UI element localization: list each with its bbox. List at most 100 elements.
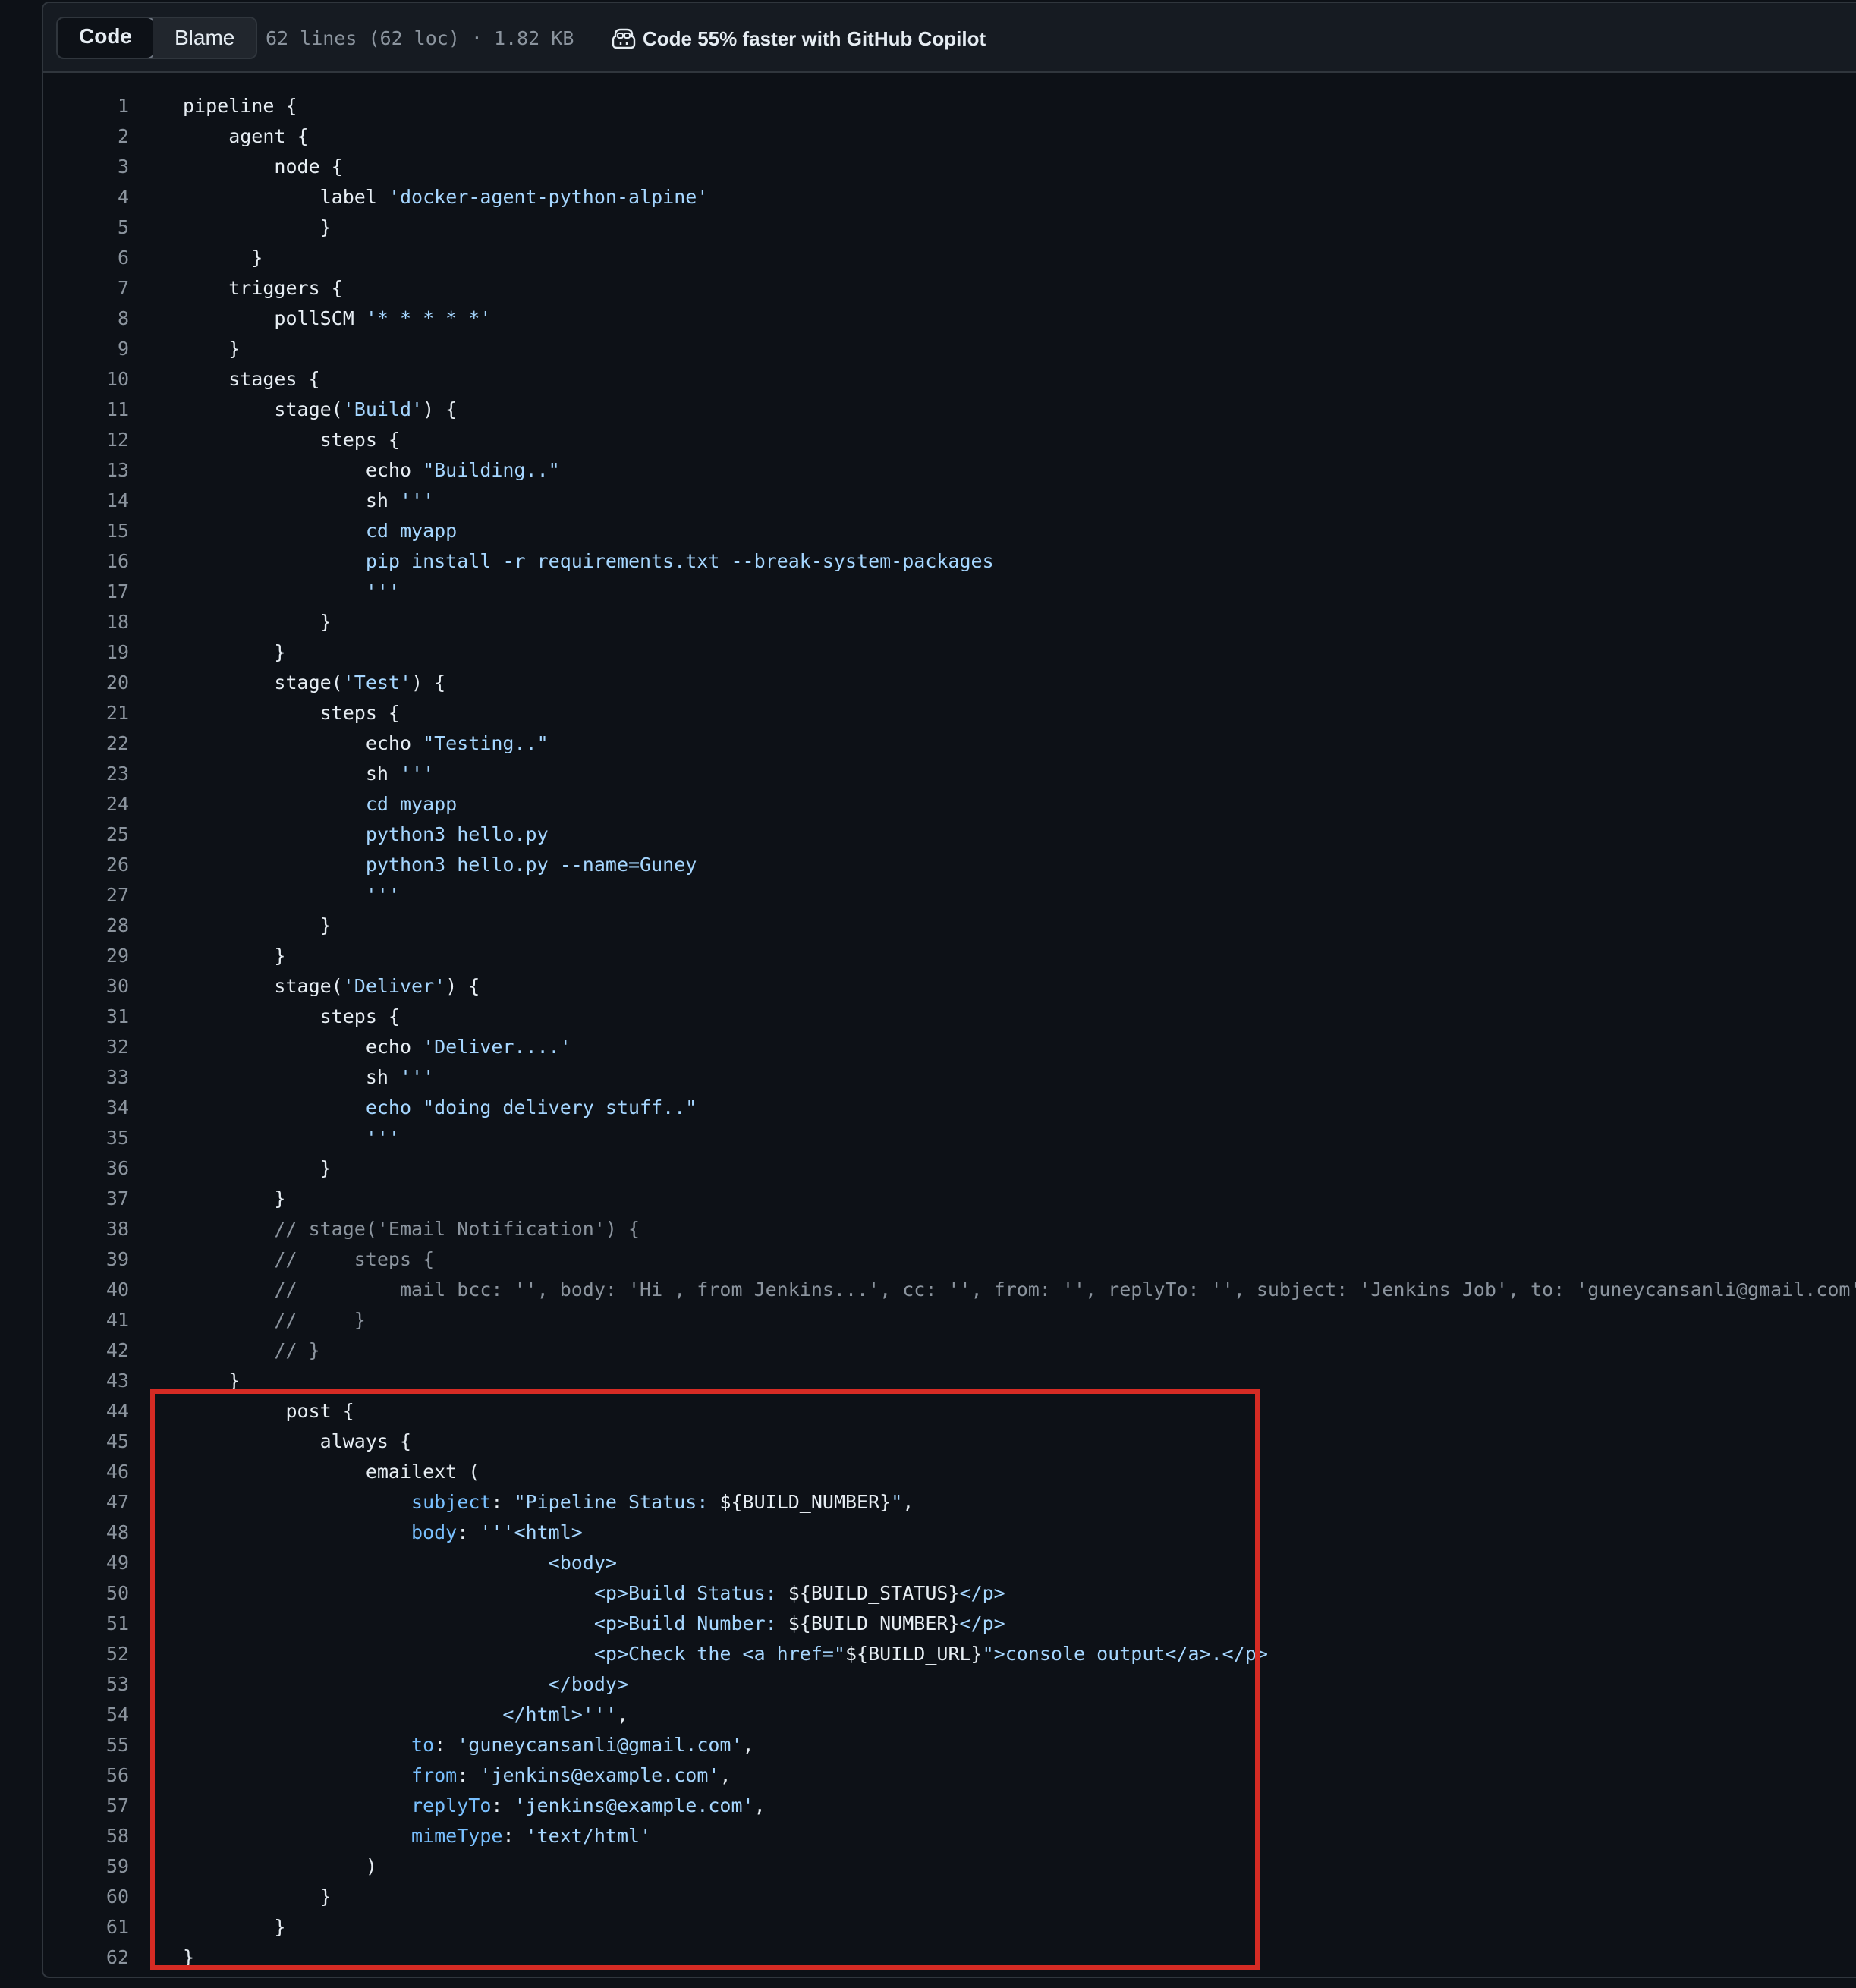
line-number[interactable]: 30: [43, 971, 129, 1002]
line-number[interactable]: 17: [43, 577, 129, 607]
line-number[interactable]: 40: [43, 1275, 129, 1305]
line-number[interactable]: 50: [43, 1578, 129, 1609]
code-line: 49 <body>: [43, 1548, 1856, 1578]
line-number[interactable]: 56: [43, 1760, 129, 1791]
line-number[interactable]: 2: [43, 121, 129, 152]
code-token: // steps {: [183, 1248, 435, 1270]
line-number[interactable]: 58: [43, 1821, 129, 1851]
line-content: echo "Building..": [183, 455, 560, 486]
code-token: :: [457, 1764, 480, 1786]
line-number[interactable]: 22: [43, 728, 129, 759]
line-number[interactable]: 36: [43, 1153, 129, 1184]
code-token: <p>Check the <a href=": [183, 1643, 845, 1665]
line-number[interactable]: 62: [43, 1942, 129, 1973]
code-token: replyTo: [411, 1795, 492, 1817]
line-content: python3 hello.py: [183, 819, 549, 850]
line-number[interactable]: 15: [43, 516, 129, 546]
code-token: pip install -r requirements.txt --break-…: [183, 550, 994, 572]
line-number[interactable]: 42: [43, 1335, 129, 1366]
line-number[interactable]: 57: [43, 1791, 129, 1821]
line-content: label 'docker-agent-python-alpine': [183, 182, 709, 212]
line-number[interactable]: 59: [43, 1851, 129, 1882]
code-line: 47 subject: "Pipeline Status: ${BUILD_NU…: [43, 1487, 1856, 1518]
line-number[interactable]: 46: [43, 1457, 129, 1487]
line-number[interactable]: 31: [43, 1002, 129, 1032]
line-content: sh ''': [183, 486, 434, 516]
line-number[interactable]: 7: [43, 273, 129, 304]
line-number[interactable]: 54: [43, 1700, 129, 1730]
line-number[interactable]: 28: [43, 911, 129, 941]
line-number[interactable]: 38: [43, 1214, 129, 1244]
line-content: }: [183, 1912, 285, 1942]
copilot-promo[interactable]: Code 55% faster with GitHub Copilot: [611, 24, 986, 53]
line-number[interactable]: 6: [43, 243, 129, 273]
code-token: pipeline {: [183, 95, 297, 117]
code-token: body: [411, 1521, 458, 1543]
line-number[interactable]: 4: [43, 182, 129, 212]
code-line: 39 // steps {: [43, 1244, 1856, 1275]
line-number[interactable]: 18: [43, 607, 129, 637]
line-number[interactable]: 25: [43, 819, 129, 850]
line-number[interactable]: 35: [43, 1123, 129, 1153]
code-token: '''<html>: [480, 1521, 583, 1543]
line-number[interactable]: 32: [43, 1032, 129, 1062]
line-number[interactable]: 45: [43, 1427, 129, 1457]
line-number[interactable]: 21: [43, 698, 129, 728]
line-number[interactable]: 11: [43, 395, 129, 425]
line-number[interactable]: 29: [43, 941, 129, 971]
line-number[interactable]: 48: [43, 1518, 129, 1548]
copilot-icon: [612, 28, 636, 49]
code-token: :: [491, 1491, 514, 1513]
line-content: pollSCM '* * * * *': [183, 304, 491, 334]
line-number[interactable]: 12: [43, 425, 129, 455]
line-number[interactable]: 14: [43, 486, 129, 516]
line-number[interactable]: 13: [43, 455, 129, 486]
line-number[interactable]: 47: [43, 1487, 129, 1518]
line-number[interactable]: 5: [43, 212, 129, 243]
line-number[interactable]: 3: [43, 152, 129, 182]
line-number[interactable]: 1: [43, 91, 129, 121]
line-number[interactable]: 33: [43, 1062, 129, 1093]
line-number[interactable]: 9: [43, 334, 129, 364]
line-number[interactable]: 51: [43, 1609, 129, 1639]
code-token: 'jenkins@example.com': [514, 1795, 754, 1817]
line-number[interactable]: 53: [43, 1669, 129, 1700]
file-toolbar: Code Blame 62 lines (62 loc) · 1.82 KB C…: [43, 3, 1856, 73]
line-number[interactable]: 61: [43, 1912, 129, 1942]
line-number[interactable]: 43: [43, 1366, 129, 1396]
line-number[interactable]: 8: [43, 304, 129, 334]
code-token: ${BUILD_URL}: [845, 1643, 983, 1665]
line-number[interactable]: 52: [43, 1639, 129, 1669]
code-line: 51 <p>Build Number: ${BUILD_NUMBER}</p>: [43, 1609, 1856, 1639]
line-number[interactable]: 34: [43, 1093, 129, 1123]
line-number[interactable]: 44: [43, 1396, 129, 1427]
line-number[interactable]: 19: [43, 637, 129, 668]
code-token: python3 hello.py: [183, 823, 549, 845]
line-content: // stage('Email Notification') {: [183, 1214, 640, 1244]
line-number[interactable]: 55: [43, 1730, 129, 1760]
line-number[interactable]: 41: [43, 1305, 129, 1335]
line-number[interactable]: 26: [43, 850, 129, 880]
line-number[interactable]: 39: [43, 1244, 129, 1275]
code-token: "Pipeline Status:: [514, 1491, 720, 1513]
line-number[interactable]: 27: [43, 880, 129, 911]
blame-tab[interactable]: Blame: [153, 18, 256, 58]
code-token: // }: [183, 1339, 320, 1361]
line-number[interactable]: 20: [43, 668, 129, 698]
line-number[interactable]: 24: [43, 789, 129, 819]
code-line: 25 python3 hello.py: [43, 819, 1856, 850]
line-number[interactable]: 23: [43, 759, 129, 789]
line-number[interactable]: 10: [43, 364, 129, 395]
line-content: triggers {: [183, 273, 343, 304]
line-number[interactable]: 60: [43, 1882, 129, 1912]
line-content: }: [183, 1184, 285, 1214]
line-number[interactable]: 37: [43, 1184, 129, 1214]
line-number[interactable]: 49: [43, 1548, 129, 1578]
line-number[interactable]: 16: [43, 546, 129, 577]
code-tab[interactable]: Code: [58, 18, 155, 58]
code-token: }: [183, 1946, 195, 1968]
line-content: }: [183, 941, 285, 971]
